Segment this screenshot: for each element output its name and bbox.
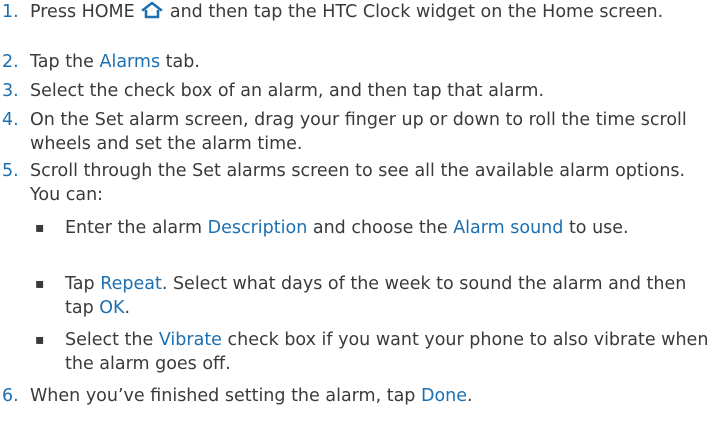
option-vibrate: ▪ Select the Vibrate check box if you wa… (0, 328, 715, 376)
ui-term: Vibrate (158, 330, 222, 350)
ui-term: Description (207, 218, 308, 238)
text-run: Scroll through the Set alarms screen to … (30, 161, 686, 205)
step-text: When you’ve finished setting the alarm, … (30, 384, 715, 408)
text-run: . (467, 386, 473, 406)
instruction-document: 1. Press HOME and then tap the HTC Clock… (0, 0, 720, 444)
step-number: 2. (2, 52, 19, 72)
ui-term: Alarm sound (453, 218, 564, 238)
text-run: Select the (65, 330, 159, 350)
ui-term: Alarms (99, 52, 161, 72)
step-number: 1. (2, 2, 19, 22)
step-6: 6. When you’ve finished setting the alar… (0, 384, 715, 408)
bullet-text: Tap Repeat. Select what days of the week… (65, 272, 715, 320)
text-run: Tap the (30, 52, 100, 72)
step-text: Tap the Alarms tab. (30, 50, 715, 74)
bullet-icon: ▪ (35, 220, 45, 236)
step-2: 2. Tap the Alarms tab. (0, 50, 715, 74)
step-text: On the Set alarm screen, drag your finge… (30, 108, 715, 156)
bullet-icon: ▪ (35, 276, 45, 292)
step-text: Select the check box of an alarm, and th… (30, 79, 715, 103)
option-description-sound: ▪ Enter the alarm Description and choose… (0, 216, 715, 240)
text-run: and then tap the HTC Clock widget on the… (164, 2, 664, 22)
ui-term: Repeat (100, 274, 162, 294)
text-run: . (124, 298, 131, 318)
step-4: 4. On the Set alarm screen, drag your fi… (0, 108, 715, 156)
step-number: 5. (2, 161, 19, 181)
step-number: 3. (2, 81, 19, 101)
text-run: On the Set alarm screen, drag your finge… (30, 110, 687, 154)
text-run: tab. (160, 52, 200, 72)
step-text: Press HOME and then tap the HTC Clock wi… (30, 0, 715, 24)
ui-term: Done (420, 386, 468, 406)
step-1: 1. Press HOME and then tap the HTC Clock… (0, 0, 715, 24)
step-text: Scroll through the Set alarms screen to … (30, 159, 715, 207)
bullet-text: Select the Vibrate check box if you want… (65, 328, 715, 376)
step-number: 6. (2, 386, 19, 406)
text-run: When you’ve finished setting the alarm, … (30, 386, 421, 406)
step-number: 4. (2, 110, 19, 130)
text-run: Select the check box of an alarm, and th… (30, 81, 545, 101)
step-5: 5. Scroll through the Set alarms screen … (0, 159, 715, 207)
text-run: Press HOME (30, 2, 141, 22)
home-icon (141, 1, 163, 19)
option-repeat: ▪ Tap Repeat. Select what days of the we… (0, 272, 715, 320)
text-run: to use. (563, 218, 629, 238)
bullet-text: Enter the alarm Description and choose t… (65, 216, 715, 240)
ui-term: OK (99, 298, 125, 318)
bullet-icon: ▪ (35, 332, 45, 348)
text-run: and choose the (307, 218, 454, 238)
step-3: 3. Select the check box of an alarm, and… (0, 79, 715, 103)
text-run: Tap (65, 274, 101, 294)
text-run: Enter the alarm (65, 218, 208, 238)
